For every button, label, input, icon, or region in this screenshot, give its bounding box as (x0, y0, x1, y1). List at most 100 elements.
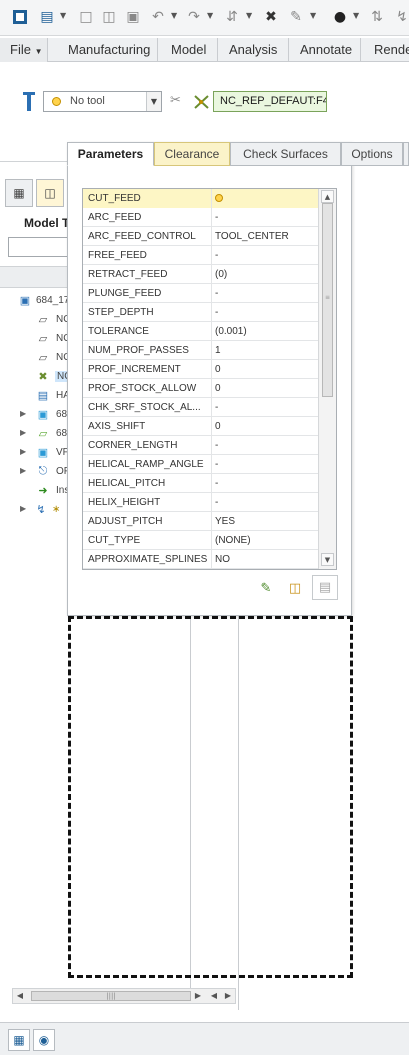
chevron-down-icon[interactable]: ▼ (171, 11, 179, 23)
table-row[interactable]: PROF_STOCK_ALLOW 0 (83, 379, 318, 398)
toolpath-icon[interactable]: ↯ (392, 7, 409, 27)
table-row[interactable]: PLUNGE_FEED - (83, 284, 318, 303)
expand-arrow-icon[interactable]: ▶ (20, 428, 26, 437)
table-row[interactable]: HELICAL_RAMP_ANGLE - (83, 455, 318, 474)
tab-analysis[interactable]: Analysis (219, 38, 289, 62)
tree-row[interactable]: ▶ ▣ VF (0, 444, 70, 462)
tree-row-selected[interactable]: ✖ NC (0, 368, 70, 386)
chevron-down-icon[interactable]: ▼ (246, 11, 254, 23)
tab-annotate[interactable]: Annotate (290, 38, 361, 62)
table-row[interactable]: CHK_SRF_STOCK_AL... - (83, 398, 318, 417)
undo-icon[interactable]: ↶ (148, 7, 168, 27)
tab-file[interactable]: File ▼ (0, 38, 48, 62)
param-value[interactable]: NO (212, 550, 318, 569)
tab-parameters[interactable]: Parameters (67, 142, 154, 166)
table-row[interactable]: FREE_FEED - (83, 246, 318, 265)
tree-search-input[interactable] (8, 237, 70, 257)
sketch-icon[interactable]: ⇅ (367, 7, 387, 27)
param-value[interactable]: (NONE) (212, 531, 318, 550)
expand-arrow-icon[interactable]: ▶ (20, 409, 26, 418)
param-value[interactable]: (0.001) (212, 322, 318, 341)
tree-row[interactable]: ▶ ↯ ∗ (0, 501, 70, 519)
scroll-up-icon[interactable]: ▲ (321, 190, 334, 203)
model-tree-toggle-icon[interactable]: ▦ (8, 1029, 30, 1051)
chevron-down-icon[interactable]: ▼ (353, 11, 361, 23)
scroll-thumb[interactable]: |||| (31, 991, 191, 1001)
param-value[interactable]: 0 (212, 360, 318, 379)
table-row[interactable]: CUT_TYPE (NONE) (83, 531, 318, 550)
table-row[interactable]: HELIX_HEIGHT - (83, 493, 318, 512)
param-value-cell[interactable] (212, 189, 318, 208)
csys-reference-field[interactable]: NC_REP_DEFAUT:F4(( (213, 91, 327, 112)
table-row[interactable]: RETRACT_FEED (0) (83, 265, 318, 284)
save-icon[interactable]: ▣ (123, 7, 143, 27)
table-row[interactable]: NUM_PROF_PASSES 1 (83, 341, 318, 360)
regenerate-icon[interactable]: ⇵ (222, 7, 242, 27)
redo-icon[interactable]: ↷ (184, 7, 204, 27)
tree-row[interactable]: ▶ ⎋ OF (0, 463, 70, 481)
param-value[interactable]: 1 (212, 341, 318, 360)
model-tree-tab-icon[interactable]: ▦ (5, 179, 33, 207)
param-value[interactable]: - (212, 493, 318, 512)
expand-arrow-icon[interactable]: ▶ (20, 466, 26, 475)
tree-row[interactable]: ▱ NC (0, 349, 70, 367)
copy-document-icon[interactable]: ▤ (312, 575, 338, 600)
param-value[interactable]: - (212, 455, 318, 474)
open-folder-icon[interactable]: ◫ (283, 577, 307, 599)
table-vertical-scrollbar[interactable]: ▲ ≡ ▼ (318, 189, 336, 569)
table-row[interactable]: ADJUST_PITCH YES (83, 512, 318, 531)
chevron-down-icon[interactable]: ▼ (310, 11, 318, 23)
open-folder-icon[interactable]: ◫ (99, 7, 119, 27)
param-value[interactable]: - (212, 474, 318, 493)
param-value[interactable]: - (212, 303, 318, 322)
table-row[interactable]: HELICAL_PITCH - (83, 474, 318, 493)
table-row[interactable]: ARC_FEED_CONTROL TOOL_CENTER (83, 227, 318, 246)
browser-toggle-icon[interactable]: ◉ (33, 1029, 55, 1051)
new-window-icon[interactable]: ▤ (37, 7, 57, 27)
table-row[interactable]: APPROXIMATE_SPLINES NO (83, 550, 318, 569)
param-value[interactable]: (0) (212, 265, 318, 284)
scroll-right-icon[interactable]: ▶ (191, 989, 205, 1003)
tree-row[interactable]: ▤ HA (0, 387, 70, 405)
expand-arrow-icon[interactable]: ▶ (20, 447, 26, 456)
scroll-right-icon[interactable]: ▶ (221, 989, 235, 1003)
tree-row-root[interactable]: ▣ 684_17_ (0, 292, 70, 310)
param-value[interactable]: - (212, 284, 318, 303)
chevron-down-icon[interactable]: ▼ (207, 11, 215, 23)
scroll-thumb[interactable]: ≡ (322, 203, 333, 397)
table-row[interactable]: ARC_FEED - (83, 208, 318, 227)
param-value[interactable]: - (212, 436, 318, 455)
new-file-icon[interactable]: □ (76, 7, 96, 27)
scroll-left-icon[interactable]: ◀ (13, 989, 27, 1003)
table-row[interactable]: CUT_FEED (83, 189, 318, 208)
param-value[interactable]: TOOL_CENTER (212, 227, 318, 246)
tab-clearance[interactable]: Clearance (154, 142, 230, 166)
folder-browser-tab-icon[interactable]: ◫ (36, 179, 64, 207)
chevron-down-icon[interactable]: ▼ (146, 92, 161, 111)
scroll-left-icon[interactable]: ◀ (207, 989, 221, 1003)
param-value[interactable]: - (212, 398, 318, 417)
tree-row[interactable]: ▱ NC (0, 330, 70, 348)
tab-model[interactable]: Model (161, 38, 218, 62)
table-row[interactable]: AXIS_SHIFT 0 (83, 417, 318, 436)
table-row[interactable]: TOLERANCE (0.001) (83, 322, 318, 341)
tree-row[interactable]: ▶ ▣ 68 (0, 406, 70, 424)
chevron-down-icon[interactable]: ▼ (60, 11, 68, 23)
table-row[interactable]: PROF_INCREMENT 0 (83, 360, 318, 379)
tool-select[interactable]: No tool ▼ (43, 91, 162, 112)
table-row[interactable]: STEP_DEPTH - (83, 303, 318, 322)
tab-options[interactable]: Options (341, 142, 403, 166)
table-row[interactable]: CORNER_LENGTH - (83, 436, 318, 455)
expand-arrow-icon[interactable]: ▶ (20, 504, 26, 513)
tab-render[interactable]: Rende (364, 38, 409, 62)
close-window-icon[interactable]: ✖ (261, 7, 281, 27)
app-icon[interactable] (10, 7, 30, 27)
tab-overflow[interactable] (403, 142, 409, 166)
edit-parameters-icon[interactable]: ✎ (254, 577, 278, 599)
tree-row[interactable]: ▱ NC (0, 311, 70, 329)
param-value[interactable]: - (212, 208, 318, 227)
tab-check-surfaces[interactable]: Check Surfaces (230, 142, 341, 166)
param-value[interactable]: - (212, 246, 318, 265)
param-value[interactable]: 0 (212, 417, 318, 436)
tree-row[interactable]: ▶ ▱ 68 (0, 425, 70, 443)
